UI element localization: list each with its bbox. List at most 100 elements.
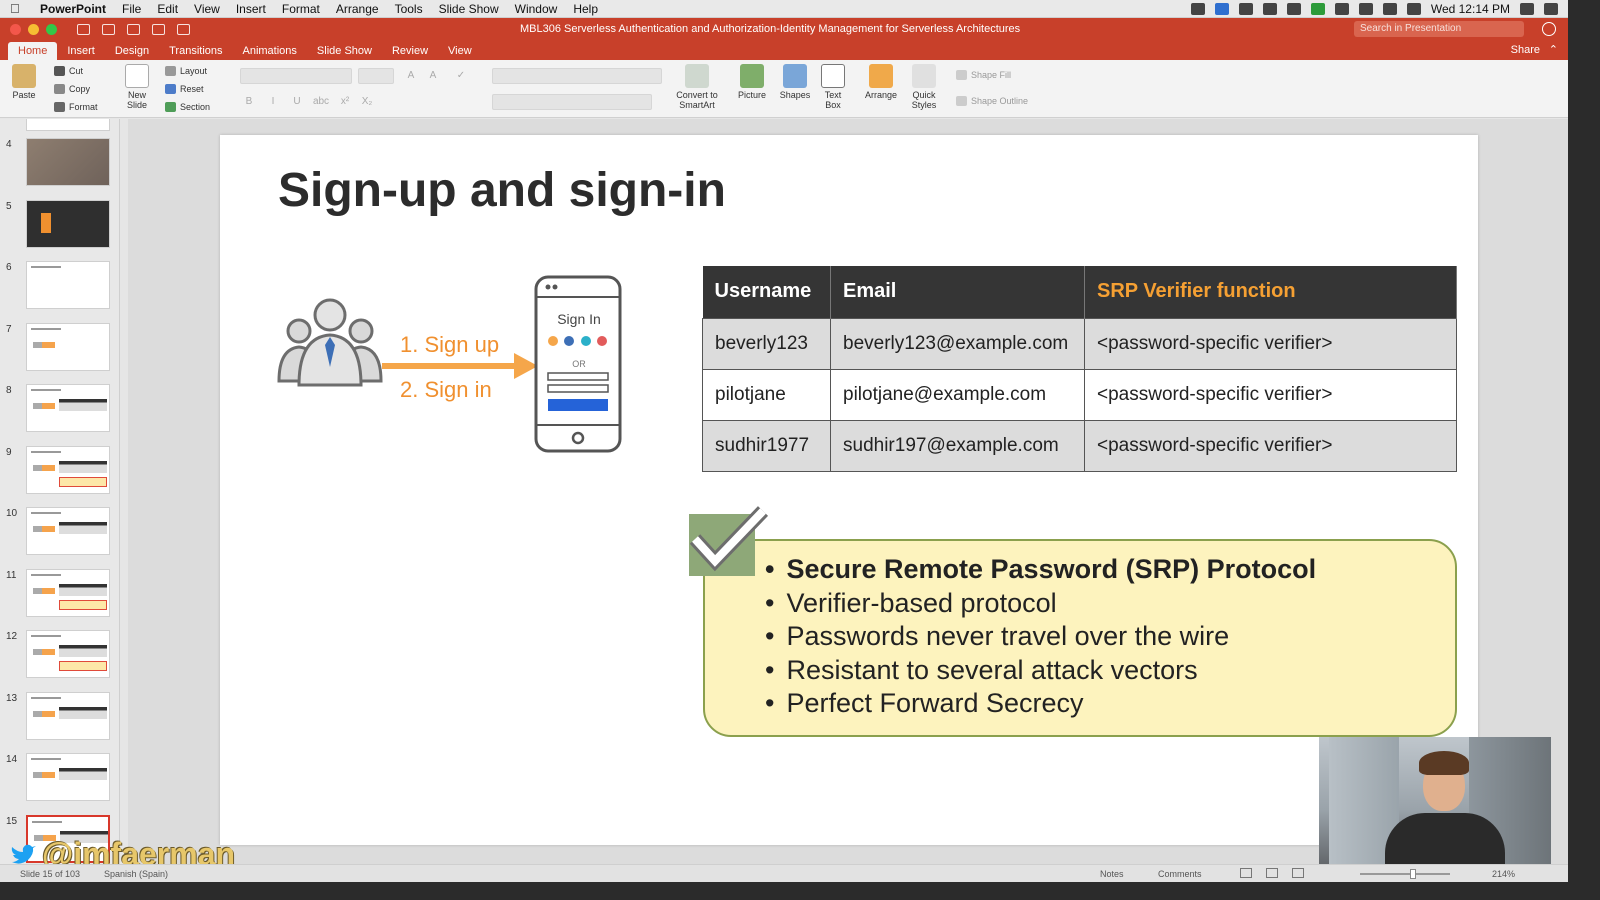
phone-sign-in-label[interactable]: Sign In (552, 311, 606, 327)
menu-insert[interactable]: Insert (236, 2, 266, 16)
shield-icon[interactable] (1310, 2, 1325, 15)
slide-thumbnail-7[interactable] (26, 323, 110, 371)
font-name-select[interactable] (240, 68, 352, 84)
reset-button[interactable]: Reset (165, 84, 204, 94)
share-button[interactable]: Share (1511, 44, 1540, 56)
arrange-button[interactable]: Arrange (862, 64, 900, 100)
slide-thumbnail-12[interactable] (26, 630, 110, 678)
layout-button[interactable]: Layout (165, 66, 207, 76)
zoom-slider[interactable] (1360, 873, 1450, 875)
menu-format[interactable]: Format (282, 2, 320, 16)
cell-email[interactable]: sudhir197@example.com (830, 419, 1085, 472)
slide-thumbnail-3[interactable] (26, 119, 110, 131)
tab-animations[interactable]: Animations (233, 42, 307, 60)
slide-thumbnail-6[interactable] (26, 261, 110, 309)
reading-view-icon[interactable] (1292, 868, 1304, 878)
adobe-icon[interactable] (1190, 2, 1205, 15)
cloud-icon[interactable] (1238, 2, 1253, 15)
screen-record-icon[interactable] (1214, 2, 1229, 15)
slide-thumbnail-11[interactable] (26, 569, 110, 617)
cell-username[interactable]: pilotjane (702, 368, 831, 421)
feedback-smiley-icon[interactable] (1542, 22, 1556, 36)
slide-thumbnail-4[interactable] (26, 138, 110, 186)
apple-icon[interactable]:  (10, 1, 24, 16)
convert-to-smartart-button[interactable]: Convert to SmartArt (674, 64, 720, 110)
collapse-ribbon-icon[interactable]: ⌃ (1549, 43, 1558, 56)
menu-edit[interactable]: Edit (157, 2, 178, 16)
sync-icon[interactable] (1286, 2, 1301, 15)
checkmark-icon[interactable] (685, 503, 775, 575)
slide-thumbnail-10[interactable] (26, 507, 110, 555)
close-window-button[interactable] (10, 24, 21, 35)
tab-review[interactable]: Review (382, 42, 438, 60)
airplay-icon[interactable] (1382, 2, 1397, 15)
tab-view[interactable]: View (438, 42, 482, 60)
cut-button[interactable]: Cut (54, 66, 83, 76)
slide-thumbnail-5[interactable] (26, 200, 110, 248)
slide-title[interactable]: Sign-up and sign-in (278, 163, 726, 218)
normal-view-icon[interactable] (1240, 868, 1252, 878)
slide-thumbnail-13[interactable] (26, 692, 110, 740)
slide-thumbnails-pane[interactable]: 4 5 6 7 8 9 10 11 12 13 14 15 (0, 119, 120, 864)
comments-button[interactable]: Comments (1158, 869, 1202, 879)
srp-bullet-list[interactable]: Secure Remote Password (SRP) Protocol Ve… (765, 553, 1316, 721)
copy-button[interactable]: Copy (54, 84, 90, 94)
slide-thumbnail-8[interactable] (26, 384, 110, 432)
header-srp-verifier[interactable]: SRP Verifier function (1084, 266, 1457, 318)
bullet-item[interactable]: Secure Remote Password (SRP) Protocol (765, 553, 1316, 587)
font-size-select[interactable] (358, 68, 394, 84)
bullet-item[interactable]: Passwords never travel over the wire (765, 620, 1316, 654)
battery-icon[interactable] (1406, 2, 1421, 15)
tab-slide-show[interactable]: Slide Show (307, 42, 382, 60)
spotlight-icon[interactable] (1520, 2, 1534, 15)
menu-window[interactable]: Window (515, 2, 558, 16)
bullet-item[interactable]: Perfect Forward Secrecy (765, 687, 1316, 721)
strikethrough-button[interactable]: abc (312, 94, 330, 110)
cell-username[interactable]: sudhir1977 (702, 419, 831, 472)
undo-icon[interactable] (127, 24, 140, 35)
header-email[interactable]: Email (830, 266, 1085, 318)
redo-icon[interactable] (152, 24, 165, 35)
cell-verifier[interactable]: <password-specific verifier> (1084, 368, 1457, 421)
tab-home[interactable]: Home (8, 42, 58, 60)
menu-slide-show[interactable]: Slide Show (439, 2, 499, 16)
glasses-icon[interactable] (1334, 2, 1349, 15)
shape-outline-button[interactable]: Shape Outline (956, 96, 1028, 106)
header-username[interactable]: Username (702, 266, 831, 318)
zoom-level[interactable]: 214% (1492, 869, 1515, 879)
quick-styles-button[interactable]: Quick Styles (906, 64, 942, 110)
list-indent-controls[interactable] (492, 68, 662, 84)
wifi-icon[interactable] (1358, 2, 1373, 15)
section-button[interactable]: Section (165, 102, 210, 112)
notes-button[interactable]: Notes (1100, 869, 1124, 879)
user-table[interactable]: Username Email SRP Verifier function bev… (702, 266, 1457, 472)
cell-email[interactable]: pilotjane@example.com (830, 368, 1085, 421)
users-icon[interactable] (275, 295, 385, 387)
sign-in-label[interactable]: 2. Sign in (400, 377, 492, 403)
zoom-slider-handle[interactable] (1410, 869, 1416, 879)
menu-file[interactable]: File (122, 2, 141, 16)
slide-thumbnail-9[interactable] (26, 446, 110, 494)
shape-fill-button[interactable]: Shape Fill (956, 70, 1011, 80)
menu-tools[interactable]: Tools (395, 2, 423, 16)
subscript-button[interactable]: X₂ (358, 94, 376, 110)
sidebar-toggle-icon[interactable] (77, 24, 90, 35)
shapes-button[interactable]: Shapes (776, 64, 814, 100)
document-icon[interactable] (1262, 2, 1277, 15)
current-slide[interactable]: Sign-up and sign-in 1. Sign up 2. Sign i… (220, 135, 1478, 845)
alignment-controls[interactable] (492, 94, 652, 110)
customize-toolbar-icon[interactable] (177, 24, 190, 35)
tab-insert[interactable]: Insert (57, 42, 105, 60)
tab-transitions[interactable]: Transitions (159, 42, 232, 60)
underline-button[interactable]: U (288, 94, 306, 110)
slide-thumbnail-14[interactable] (26, 753, 110, 801)
menu-help[interactable]: Help (573, 2, 598, 16)
paste-button[interactable]: Paste (8, 64, 40, 100)
bullet-item[interactable]: Verifier-based protocol (765, 587, 1316, 621)
notification-center-icon[interactable] (1544, 2, 1558, 15)
language-indicator[interactable]: Spanish (Spain) (104, 869, 168, 879)
menu-view[interactable]: View (194, 2, 220, 16)
new-slide-button[interactable]: New Slide (120, 64, 154, 110)
menu-arrange[interactable]: Arrange (336, 2, 379, 16)
cell-email[interactable]: beverly123@example.com (830, 317, 1085, 370)
